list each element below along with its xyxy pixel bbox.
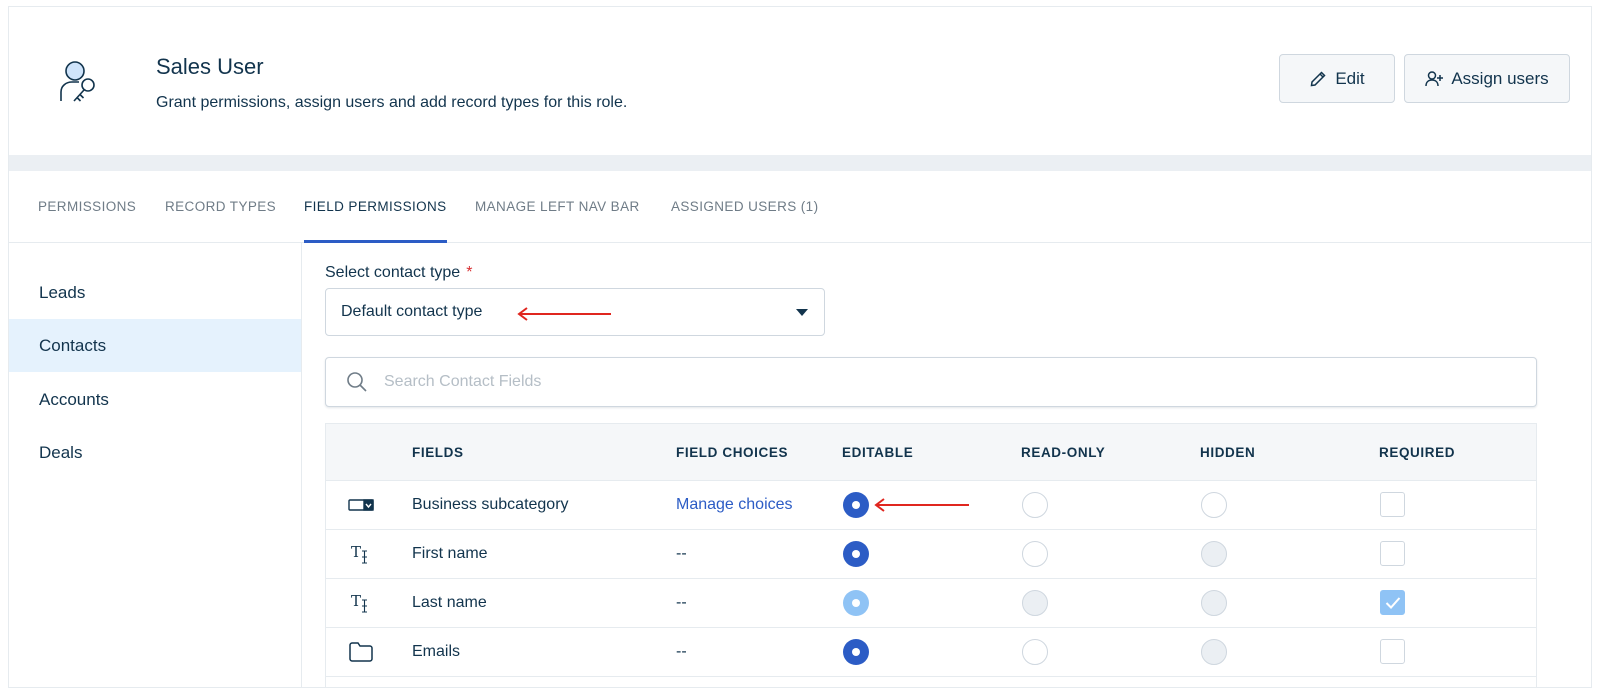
sidebar-item-contacts[interactable]: Contacts — [9, 319, 301, 372]
required-checkbox[interactable] — [1380, 541, 1405, 566]
pencil-icon — [1310, 70, 1326, 86]
column-header-read-only: READ-ONLY — [1021, 445, 1106, 460]
svg-text:T: T — [351, 592, 361, 610]
checkmark-icon — [1385, 597, 1401, 609]
text-field-icon: T — [348, 542, 374, 566]
sidebar-item-deals[interactable]: Deals — [9, 426, 301, 479]
table-row: T First name -- — [326, 530, 1536, 579]
add-user-icon — [1425, 70, 1444, 86]
tab-permissions[interactable]: PERMISSIONS — [38, 199, 136, 214]
tab-manage-left-nav-bar[interactable]: MANAGE LEFT NAV BAR — [475, 199, 640, 214]
editable-radio[interactable] — [843, 639, 869, 665]
caret-down-icon — [796, 309, 808, 316]
tab-record-types[interactable]: RECORD TYPES — [165, 199, 276, 214]
search-input[interactable] — [384, 358, 1524, 406]
svg-text:T: T — [351, 543, 361, 561]
field-permissions-table: FIELDS FIELD CHOICES EDITABLE READ-ONLY … — [325, 423, 1537, 687]
annotation-arrow — [874, 498, 969, 512]
read-only-radio[interactable] — [1022, 541, 1048, 567]
field-choices-value: -- — [676, 643, 687, 660]
contact-type-label-text: Select contact type — [325, 264, 461, 281]
page-title: Sales User — [156, 54, 264, 79]
column-header-required: REQUIRED — [1379, 445, 1456, 460]
assign-users-button[interactable]: Assign users — [1404, 54, 1570, 103]
tab-field-permissions[interactable]: FIELD PERMISSIONS — [304, 199, 447, 214]
column-header-fields: FIELDS — [412, 445, 464, 460]
table-header: FIELDS FIELD CHOICES EDITABLE READ-ONLY … — [326, 424, 1536, 481]
assign-users-label: Assign users — [1451, 68, 1549, 88]
active-tab-indicator — [304, 240, 447, 243]
required-checkbox — [1380, 590, 1405, 615]
required-asterisk: * — [466, 264, 473, 281]
field-name: Business subcategory — [412, 496, 569, 513]
read-only-radio — [1022, 590, 1048, 616]
read-only-radio[interactable] — [1022, 492, 1048, 518]
field-name: Emails — [412, 643, 461, 660]
hidden-radio — [1201, 541, 1227, 567]
field-choices-value: -- — [676, 545, 687, 562]
edit-button[interactable]: Edit — [1279, 54, 1395, 103]
column-header-field-choices: FIELD CHOICES — [676, 445, 789, 460]
edit-button-label: Edit — [1335, 68, 1365, 88]
required-checkbox[interactable] — [1380, 492, 1405, 517]
sidebar-item-accounts[interactable]: Accounts — [9, 373, 301, 426]
contact-type-label: Select contact type * — [325, 264, 472, 282]
table-row: Business subcategory Manage choices — [326, 481, 1536, 530]
required-checkbox[interactable] — [1380, 639, 1405, 664]
tab-assigned-users[interactable]: ASSIGNED USERS (1) — [671, 199, 818, 214]
sidebar-item-leads[interactable]: Leads — [9, 266, 301, 319]
folder-icon — [348, 640, 374, 664]
editable-radio[interactable] — [843, 492, 869, 518]
column-header-editable: EDITABLE — [842, 445, 914, 460]
column-header-hidden: HIDDEN — [1200, 445, 1256, 460]
contact-type-value: Default contact type — [341, 303, 483, 320]
field-choices-value: -- — [676, 594, 687, 611]
table-row: Emails -- — [326, 628, 1536, 677]
search-box — [325, 357, 1537, 407]
editable-radio[interactable] — [843, 541, 869, 567]
tab-bar: PERMISSIONS RECORD TYPES FIELD PERMISSIO… — [9, 171, 1591, 243]
manage-choices-link[interactable]: Manage choices — [676, 481, 793, 529]
hidden-radio[interactable] — [1201, 492, 1227, 518]
page-description: Grant permissions, assign users and add … — [156, 94, 628, 111]
search-icon — [347, 372, 367, 392]
header-divider — [9, 155, 1591, 171]
field-name: Last name — [412, 594, 487, 611]
table-row: T Last name -- — [326, 579, 1536, 628]
field-name: First name — [412, 545, 488, 562]
text-field-icon: T — [348, 591, 374, 615]
hidden-radio — [1201, 590, 1227, 616]
read-only-radio[interactable] — [1022, 639, 1048, 665]
user-key-icon — [60, 61, 95, 102]
module-sidebar: Leads Contacts Accounts Deals — [9, 243, 302, 687]
editable-radio — [843, 590, 869, 616]
annotation-arrow — [517, 307, 611, 321]
role-header: Sales User Grant permissions, assign use… — [9, 7, 1591, 155]
hidden-radio — [1201, 639, 1227, 665]
dropdown-field-icon — [348, 493, 374, 517]
role-settings-page: Sales User Grant permissions, assign use… — [8, 6, 1592, 688]
